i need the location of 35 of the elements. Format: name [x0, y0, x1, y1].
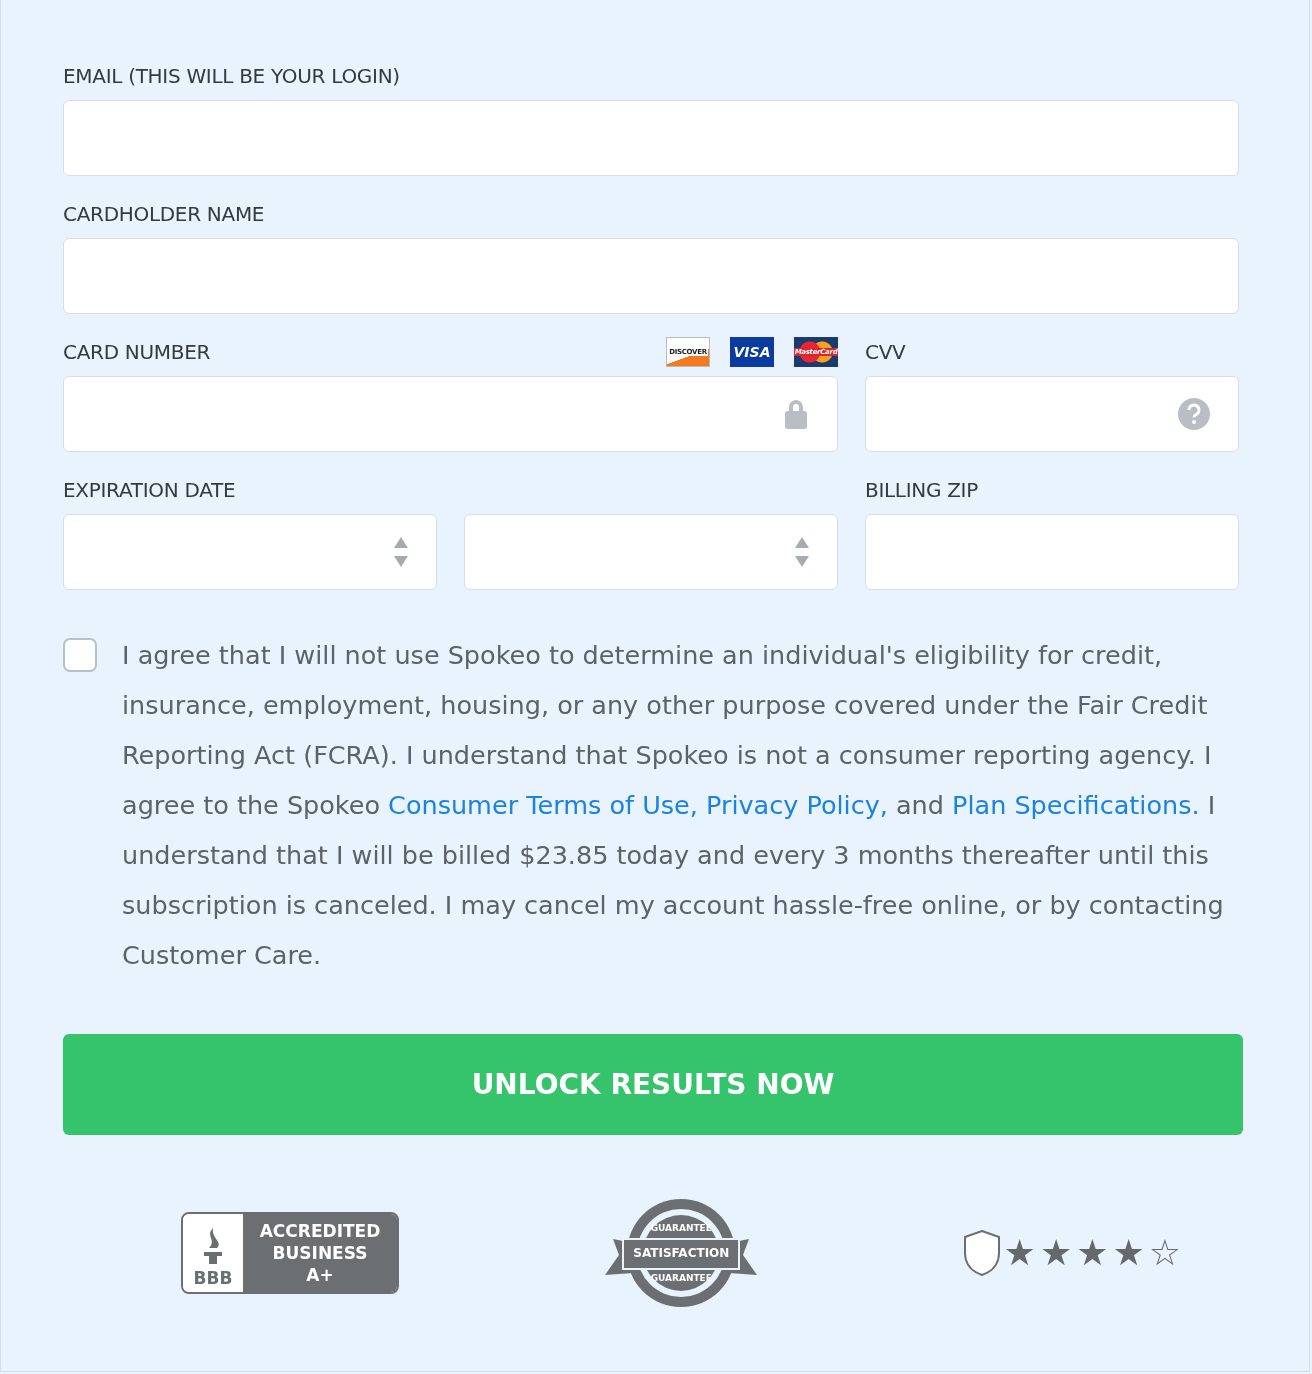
terms-link[interactable]: Consumer Terms of Use,: [388, 790, 698, 820]
unlock-results-button[interactable]: UNLOCK RESULTS NOW: [63, 1034, 1243, 1135]
filled-star-icon: ★: [1003, 1235, 1036, 1271]
filled-star-icon: ★: [1076, 1235, 1109, 1271]
help-icon[interactable]: [1178, 398, 1210, 430]
empty-star-icon: ☆: [1148, 1235, 1181, 1271]
field-label: EXPIRATION DATE: [63, 478, 236, 502]
field-label: EMAIL (THIS WILL BE YOUR LOGIN): [63, 64, 400, 88]
seal-text: SATISFACTION: [633, 1246, 730, 1260]
lock-icon: [783, 398, 809, 430]
up-down-arrows-icon: [394, 537, 408, 567]
terms-link[interactable]: Plan Specifications.: [952, 790, 1200, 820]
field-label: CVV: [865, 340, 906, 364]
field-label: CARD NUMBER: [63, 340, 211, 364]
month-select[interactable]: [63, 514, 437, 590]
text-field[interactable]: [63, 238, 1239, 314]
badge-text: A+: [306, 1264, 334, 1286]
field-label: CARDHOLDER NAME: [63, 202, 265, 226]
card-number-field[interactable]: [63, 376, 838, 452]
agree-checkbox[interactable]: [63, 638, 97, 672]
visa-logo: VISA: [730, 337, 774, 367]
terms-link[interactable]: Privacy Policy,: [706, 790, 888, 820]
shield-icon: [963, 1230, 1000, 1276]
filled-star-icon: ★: [1039, 1235, 1073, 1271]
bbb-mark: BBB: [193, 1268, 233, 1288]
badge-text: BUSINESS: [272, 1242, 368, 1264]
filled-star-icon: ★: [1112, 1235, 1145, 1271]
zip-field[interactable]: [865, 514, 1239, 590]
text-field[interactable]: [63, 100, 1239, 176]
field-label: BILLING ZIP: [865, 478, 978, 502]
up-down-arrows-icon: [795, 537, 809, 567]
agreement-text: I agree that I will not use Spokeo to determine an individual's eligibility for credit, insurance, employment, housing, or any other purpose covered under the Fair Credit Reporting Act (FCRA). I understand that Spokeo is not a consumer reporting agency. I agree to the Spokeo Consumer Terms of Use, Privacy Policy, and Plan Specifications. I understand that I will be billed $23.85 today and every 3 months thereafter until this subscription is canceled. I may cancel my account hassle-free online, or by contacting Customer Care.: [122, 639, 1225, 972]
year-select[interactable]: [464, 514, 838, 590]
cvv-field[interactable]: [865, 376, 1239, 452]
badge-text: ACCREDITED: [259, 1220, 381, 1242]
